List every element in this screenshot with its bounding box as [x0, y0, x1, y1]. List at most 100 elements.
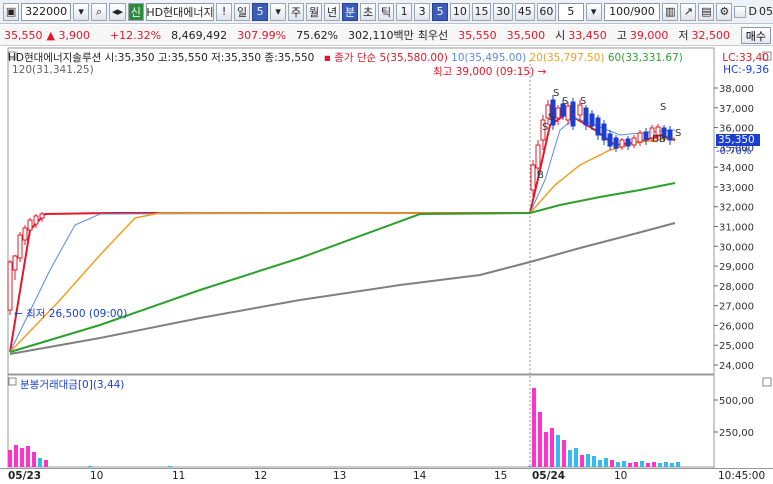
date-label: 12: [254, 470, 268, 482]
price-tick-label: 26,000: [719, 321, 754, 332]
volume-bar: [528, 466, 532, 467]
candle-body: [12, 255, 18, 271]
volume-bar: [604, 458, 608, 467]
price-tick-label: 36,000: [719, 124, 754, 135]
candle-body: [637, 132, 643, 143]
volume-bar: [670, 463, 674, 467]
candle-body: [631, 137, 637, 146]
ma60-legend: 60(33,331.67): [607, 52, 683, 64]
volume-bar: [586, 454, 590, 467]
price-tick-label: 28,000: [719, 282, 754, 293]
ma-label: ▪ 종가 단순: [323, 52, 377, 64]
candle-body: [589, 113, 595, 127]
ma20-legend: 20(35,797.50): [529, 52, 605, 64]
sell-signal-icon: S: [562, 96, 568, 107]
volume-bar: [616, 462, 620, 467]
ma120-legend: 120(31,341.25): [12, 64, 94, 76]
volume-bar: [168, 466, 172, 467]
lc-label: LC:33,40: [722, 52, 769, 64]
volume-panel-toggle[interactable]: [8, 377, 17, 386]
volume-bar: [598, 460, 602, 467]
current-price-tag: 35,350: [716, 134, 760, 146]
volume-bar: [20, 448, 24, 467]
ma5-legend: 5(35,580.00): [379, 52, 448, 64]
date-label: 11: [172, 470, 186, 482]
volume-bar: [550, 428, 554, 467]
date-label: 05/24: [532, 470, 566, 482]
price-tick-label: 25,000: [719, 341, 754, 352]
volume-bar: [32, 452, 36, 467]
candle-body: [7, 261, 13, 311]
sell-signal-icon: S: [660, 102, 666, 113]
candle-body: [555, 107, 561, 119]
candle-body: [17, 234, 23, 259]
date-label: 14: [413, 470, 427, 482]
volume-bar: [592, 456, 596, 467]
ohlc-legend: HD현대에너지솔루션 시:35,350 고:35,550 저:35,350 종:…: [8, 52, 315, 64]
date-axis: 05/23 10 11 12 13 14 15 05/24 10 10:45:0…: [0, 468, 773, 484]
volume-bar: [562, 440, 566, 467]
volume-bar: [8, 450, 12, 467]
volume-bar: [574, 448, 578, 467]
candle-body: [530, 164, 536, 191]
chart-legend: HD현대에너지솔루션 시:35,350 고:35,550 저:35,350 종:…: [8, 50, 683, 65]
volume-bar: [646, 463, 650, 467]
volume-bar: [628, 463, 632, 467]
date-label: 10: [90, 470, 104, 482]
volume-bar: [622, 461, 626, 467]
volume-bar: [88, 466, 92, 467]
candle-body: [613, 137, 619, 149]
candle-body: [595, 117, 601, 136]
sell-signal-icon: S: [675, 128, 681, 139]
sell-signal-icon: S: [553, 88, 559, 99]
candle-body: [27, 219, 33, 231]
volume-bar: [44, 460, 48, 467]
candle-body: [570, 101, 576, 127]
price-tick-label: 37,000: [719, 104, 754, 115]
volume-scroll-button[interactable]: [762, 377, 772, 387]
sell-signal-icon: S: [542, 122, 548, 133]
buy-signal-icon: BB: [652, 134, 666, 145]
candle-body: [643, 131, 649, 141]
volume-bar: [640, 461, 644, 467]
candle-body: [22, 227, 28, 241]
price-tick-label: 27,000: [719, 302, 754, 313]
volume-bar: [634, 462, 638, 467]
volume-tick-label: 500,00: [719, 396, 754, 407]
volume-bar: [676, 462, 680, 467]
candle-body: [625, 138, 631, 147]
price-tick-label: 34,000: [719, 163, 754, 174]
volume-bar: [26, 446, 30, 467]
date-label: 10: [614, 470, 628, 482]
volume-tick-label: 250,00: [719, 428, 754, 439]
price-tick-label: 33,000: [719, 183, 754, 194]
volume-bar: [580, 455, 584, 467]
time-label: 10:45:00: [718, 470, 766, 482]
price-tick-label: 24,000: [719, 361, 754, 372]
candle-body: [601, 123, 607, 141]
volume-bar: [544, 432, 548, 467]
price-tick-label: 38,000: [719, 84, 754, 95]
chart-canvas[interactable]: 38,00037,00036,00035,00034,00033,00032,0…: [0, 0, 773, 484]
high-note: 최고 39,000 (09:15) →: [433, 66, 547, 78]
candle-body: [583, 107, 589, 126]
sell-signal-icon: S: [580, 96, 586, 107]
candle-body: [607, 133, 613, 147]
volume-bar: [610, 460, 614, 467]
candle-body: [535, 144, 541, 169]
candle-body: [33, 215, 39, 225]
volume-bar: [658, 463, 662, 467]
candle-body: [667, 129, 673, 141]
candle-body: [39, 213, 45, 219]
volume-bar: [14, 445, 18, 467]
volume-bar: [652, 462, 656, 467]
price-tick-label: 32,000: [719, 203, 754, 214]
volume-bar: [568, 450, 572, 467]
volume-bar: [38, 458, 42, 467]
current-pct-tag: -0.70%: [716, 146, 752, 157]
volume-bar: [532, 388, 536, 467]
low-note: ← 최저 26,500 (09:00): [14, 308, 128, 320]
price-tick-label: 29,000: [719, 262, 754, 273]
date-label: 13: [333, 470, 347, 482]
candle-body: [565, 105, 571, 121]
